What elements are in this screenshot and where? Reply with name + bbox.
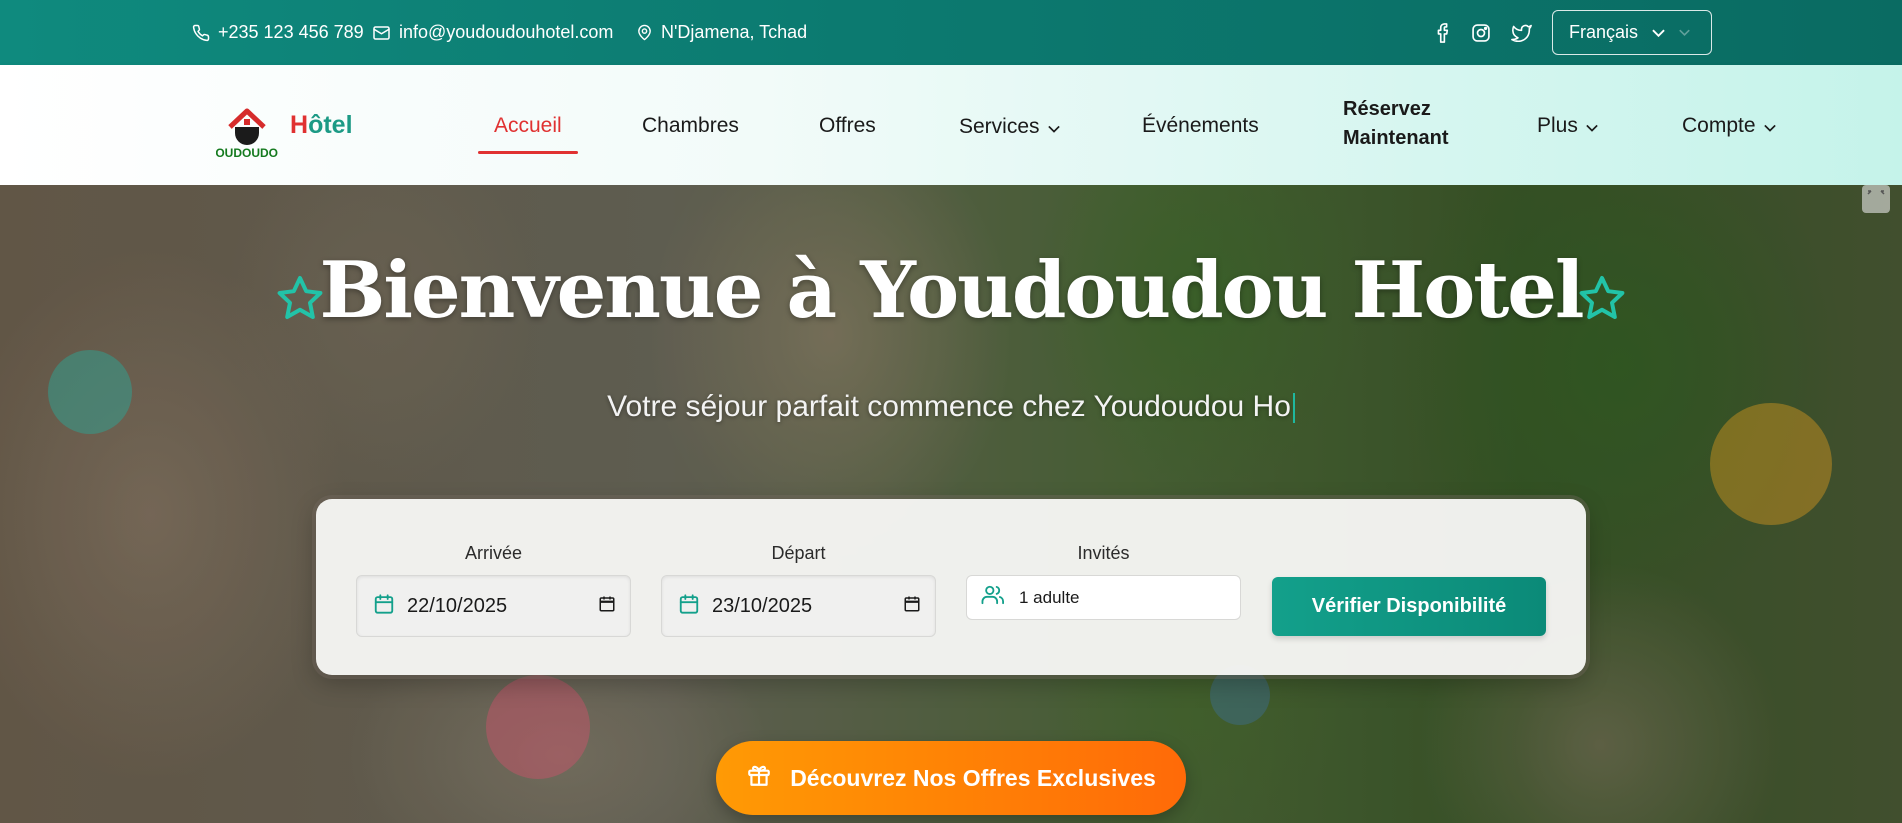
nav-item-plus[interactable]: Plus <box>1537 111 1598 141</box>
hero-title: Bienvenue à Youdoudou Hotel <box>319 245 1584 336</box>
location-contact: N'Djamena, Tchad <box>636 0 807 65</box>
departure-label: Départ <box>771 543 826 563</box>
guests-select[interactable]: 1 adulte <box>966 575 1241 620</box>
nav-item-compte[interactable]: Compte <box>1682 111 1776 141</box>
email-text: info@youdoudouhotel.com <box>399 22 614 42</box>
departure-date-input[interactable]: 23/10/2025 <box>661 575 936 637</box>
guests-label: Invités <box>1077 543 1130 563</box>
nav-item-chambres[interactable]: Chambres <box>642 111 739 141</box>
brand-name-first: H <box>290 111 309 139</box>
map-pin-icon <box>636 23 653 42</box>
chevron-down-icon <box>1763 114 1776 138</box>
hotel-logo[interactable]: YOUDOUDOU <box>207 105 287 161</box>
language-value: Français <box>1569 22 1639 42</box>
arrival-date-value: 22/10/2025 <box>407 594 508 617</box>
hero-subtitle: Votre séjour parfait commence chez Youdo… <box>0 390 1902 424</box>
phone-icon <box>192 24 210 42</box>
date-picker-icon[interactable] <box>598 595 616 618</box>
exclusive-offers-button[interactable]: Découvrez Nos Offres Exclusives <box>716 741 1186 815</box>
nav-item-accueil[interactable]: Accueil <box>494 111 562 141</box>
nav-item-offres[interactable]: Offres <box>819 111 876 141</box>
facebook-icon[interactable] <box>1430 20 1456 46</box>
nav-item-evenements[interactable]: Événements <box>1142 111 1259 141</box>
guests-value: 1 adulte <box>1019 587 1080 607</box>
nav-label: Chambres <box>642 114 739 137</box>
arrival-date-input[interactable]: 22/10/2025 <box>356 575 631 637</box>
booking-form: Arrivée 22/10/2025 Départ 23/10/2025 Inv… <box>316 499 1586 675</box>
date-picker-icon[interactable] <box>903 595 921 618</box>
nav-label: Événements <box>1142 114 1259 137</box>
calendar-icon <box>373 593 395 620</box>
main-navbar: YOUDOUDOU Hôtel Accueil Chambres Offres … <box>0 65 1902 185</box>
select-arrow-icon <box>1679 29 1690 36</box>
gift-icon <box>746 762 772 794</box>
nav-label: Compte <box>1682 114 1756 137</box>
location-text: N'Djamena, Tchad <box>661 22 808 42</box>
phone-text: +235 123 456 789 <box>218 22 364 42</box>
decorative-bubble <box>486 675 590 779</box>
typing-caret <box>1292 393 1295 424</box>
nav-label: Services <box>959 115 1040 138</box>
mail-icon <box>372 24 391 42</box>
arrival-label: Arrivée <box>464 543 522 563</box>
nav-item-services[interactable]: Services <box>959 112 1060 142</box>
language-select[interactable]: Français <box>1552 10 1712 55</box>
brand-name[interactable]: Hôtel <box>290 111 353 140</box>
nav-label: Plus <box>1537 114 1578 137</box>
twitter-icon[interactable] <box>1508 20 1534 46</box>
top-contact-bar: +235 123 456 789 info@youdoudouhotel.com… <box>0 0 1902 65</box>
hero-section: Bienvenue à Youdoudou Hotel Votre séjour… <box>0 185 1902 823</box>
chevron-down-icon <box>1586 114 1598 138</box>
phone-contact[interactable]: +235 123 456 789 <box>192 0 364 65</box>
fullscreen-toggle-button[interactable] <box>1862 185 1890 213</box>
hero-subtitle-text: Votre séjour parfait commence chez Youdo… <box>607 390 1291 423</box>
active-nav-underline <box>478 151 578 154</box>
chevron-down-icon <box>1652 29 1665 37</box>
nav-label: Offres <box>819 114 876 137</box>
instagram-icon[interactable] <box>1468 20 1494 46</box>
nav-item-reserve-now[interactable]: Réservez Maintenant <box>1343 95 1473 153</box>
offers-button-label: Découvrez Nos Offres Exclusives <box>790 764 1156 791</box>
nav-label: Accueil <box>494 114 562 137</box>
reserve-line-2: Maintenant <box>1343 127 1449 149</box>
check-availability-button[interactable]: Vérifier Disponibilité <box>1272 577 1546 636</box>
logo-wordmark: YOUDOUDOU <box>216 146 278 160</box>
brand-name-rest: ôtel <box>308 111 353 139</box>
users-icon <box>981 584 1005 611</box>
reserve-line-1: Réservez <box>1343 98 1431 120</box>
calendar-icon <box>678 593 700 620</box>
departure-date-value: 23/10/2025 <box>712 594 813 617</box>
chevron-down-icon <box>1047 115 1060 139</box>
email-contact[interactable]: info@youdoudouhotel.com <box>372 0 613 65</box>
